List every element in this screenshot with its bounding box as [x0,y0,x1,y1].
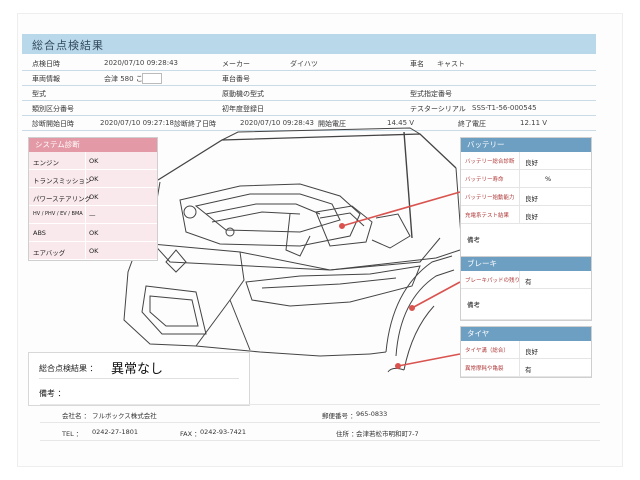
battery-notes-label: 備考 [467,236,480,244]
system-row-value: OK [89,175,99,183]
system-row-label: パワーステアリング [33,195,92,203]
battery-row-label: バッテリー総合診断 [465,159,515,165]
tel-label: TEL ： [62,430,83,438]
summary-value: 異常なし [111,362,164,377]
tire-panel-title: タイヤ [461,327,591,341]
footer-divider [40,440,600,441]
company-label: 会社名 ： [62,412,91,420]
battery-row: バッテリー総合診断 良好 [461,152,591,170]
system-row-label: ABS [33,229,46,237]
system-row: トランスミッション OK [29,170,157,188]
tire-panel: タイヤ タイヤ溝（総合） 良好 異常摩耗や亀裂 有 [460,326,592,378]
brake-row: ブレーキパッドの残り有 [461,271,591,289]
footer-divider [40,404,600,405]
brake-notes: 備考 [461,289,591,320]
system-row-label: エンジン [33,159,59,167]
address-label: 住所 ： [336,430,358,438]
battery-row-label: 充電系テスト結果 [465,213,510,219]
system-row-value: OK [89,157,99,165]
tire-row: タイヤ溝（総合） 良好 [461,341,591,359]
system-row-label: エアバッグ [33,249,66,257]
system-row: HV / PHV / EV / BMA — [29,206,157,224]
brake-panel-title: ブレーキ [461,257,591,271]
battery-panel: バッテリー バッテリー総合診断 良好 バッテリー寿命% バッテリー始動能力 良好 充… [460,137,592,260]
postal-value: 965-0833 [356,410,388,418]
tel-value: 0242-27-1801 [92,428,139,436]
postal-label: 郵便番号 ： [322,412,357,420]
battery-row-value: 良好 [525,213,538,221]
fax-value: 0242-93-7421 [200,428,247,436]
tire-row-label: タイヤ溝（総合） [465,348,509,354]
company-value: フルボックス株式会社 [92,412,157,420]
battery-row: 充電系テスト結果 良好 [461,206,591,224]
battery-row-value: 良好 [525,195,538,203]
brake-panel: ブレーキ ブレーキパッドの残り有 備考 [460,256,592,321]
system-diagnostics-panel: システム診断 エンジン OK トランスミッション OK パワーステアリング OK HV… [28,137,158,261]
system-row-value: — [89,211,96,219]
system-row-value: OK [89,247,99,255]
battery-row-label: バッテリー寿命 [465,177,504,183]
system-row-value: OK [89,193,99,201]
battery-row: バッテリー始動能力 良好 [461,188,591,206]
tire-row: 異常摩耗や亀裂 有 [461,359,591,377]
battery-row-value: 良好 [525,159,538,167]
tire-row-value: 良好 [525,348,538,356]
battery-row-value: % [545,175,552,183]
battery-panel-title: バッテリー [461,138,591,152]
footer-divider [40,422,600,423]
system-row: ABS OK [29,224,157,242]
battery-row: バッテリー寿命% [461,170,591,188]
system-row: エアバッグ OK [29,242,157,260]
summary-notes-label: 備考 ： [39,389,66,398]
battery-row-label: バッテリー始動能力 [465,195,515,201]
system-row-label: HV / PHV / EV / BMA [33,211,83,217]
system-row: エンジン OK [29,152,157,170]
system-panel-title: システム診断 [29,138,157,152]
system-row-label: トランスミッション [33,177,92,185]
tire-row-label: 異常摩耗や亀裂 [465,366,504,372]
address-value: 会津若松市明和町7-7 [356,430,419,438]
battery-notes: 備考 [461,224,591,259]
tire-row-value: 有 [525,366,532,374]
brake-row-value: 有 [525,278,532,286]
summary-box: 総合点検結果 ： 異常なし 備考 ： [28,352,250,406]
brake-notes-label: 備考 [467,301,480,309]
brake-row-label: ブレーキパッドの残り [465,278,521,284]
system-row-value: OK [89,229,99,237]
summary-label: 総合点検結果 ： [39,364,98,373]
system-row: パワーステアリング OK [29,188,157,206]
fax-label: FAX ： [180,430,201,438]
